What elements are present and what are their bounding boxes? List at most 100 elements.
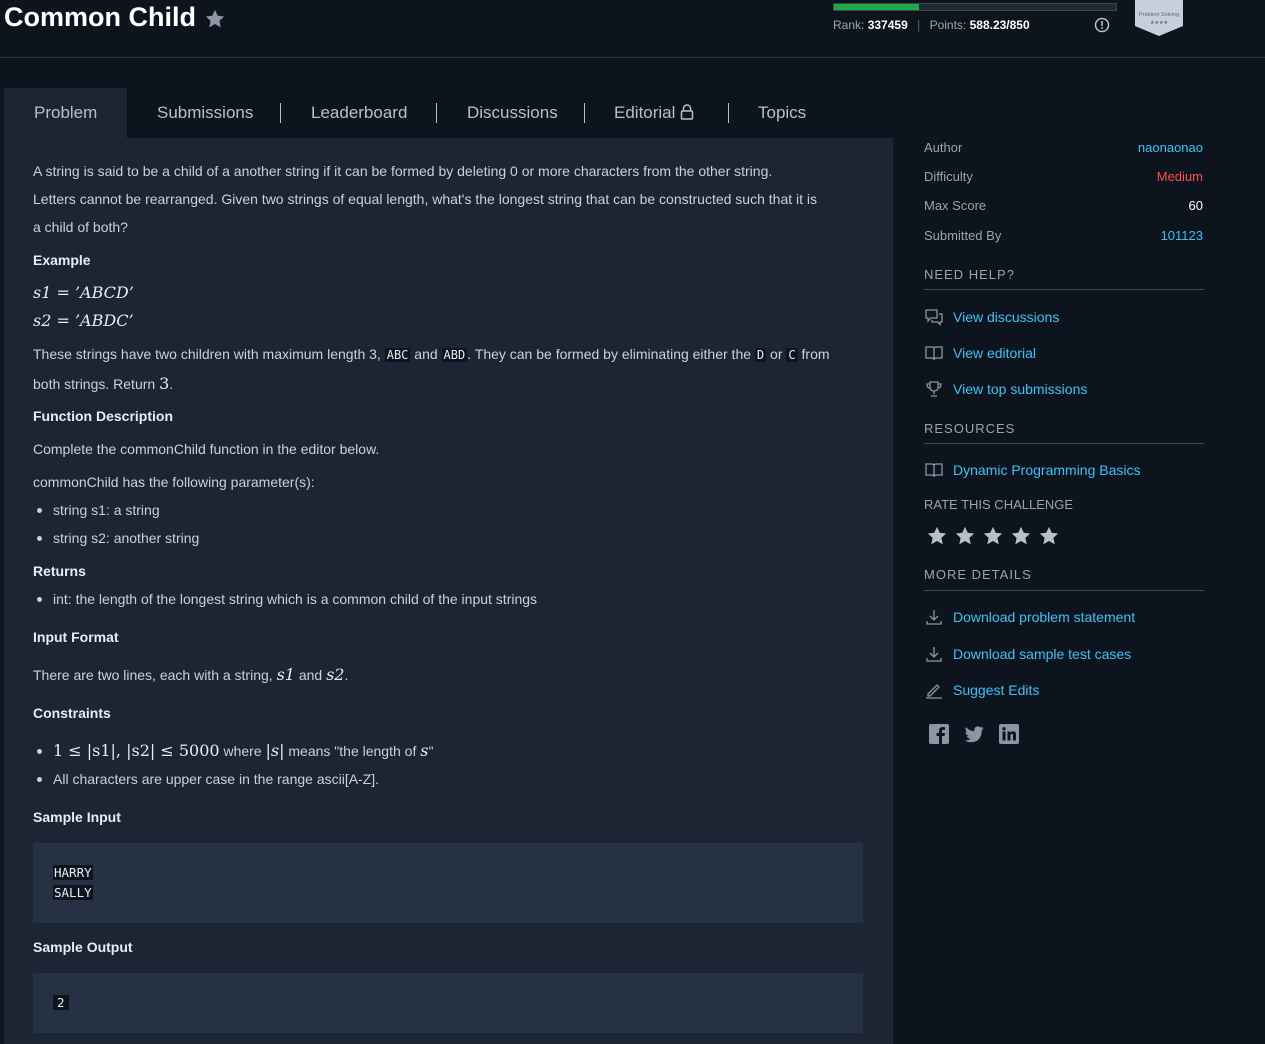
tab-divider <box>436 103 437 123</box>
rate-heading: RATE THIS CHALLENGE <box>924 497 1074 512</box>
bullet <box>37 508 42 513</box>
view-top-submissions-link[interactable]: View top submissions <box>953 381 1087 397</box>
view-editorial-link[interactable]: View editorial <box>953 345 1036 361</box>
tab-divider <box>280 103 281 123</box>
section-divider <box>924 590 1204 591</box>
example-s1: s1 = ’ABCD’ <box>33 283 134 302</box>
returns-heading: Returns <box>33 563 86 579</box>
params-text: commonChild has the following parameter(… <box>33 474 315 490</box>
text: from <box>801 346 830 362</box>
difficulty-label: Difficulty <box>924 169 973 184</box>
tab-submissions[interactable]: Submissions <box>157 88 253 138</box>
facebook-icon[interactable] <box>928 723 950 745</box>
download-statement-link[interactable]: Download problem statement <box>953 609 1135 625</box>
tab-divider <box>728 103 729 123</box>
info-icon[interactable] <box>1094 17 1110 33</box>
twitter-icon[interactable] <box>963 723 985 745</box>
text: and <box>414 346 438 362</box>
example-s2: s2 = ’ABDC’ <box>33 311 134 330</box>
rank-label: Rank: <box>833 18 865 32</box>
suggest-edits-link[interactable]: Suggest Edits <box>953 682 1039 698</box>
text: There are two lines, each with a string, <box>33 667 273 683</box>
badge-stars: ★★★★ <box>1150 20 1168 26</box>
rank-points: Rank: 337459 | Points: 588.23/850 <box>833 18 1030 32</box>
sample-output-line: 2 <box>53 995 69 1010</box>
intro-line: A string is said to be a child of a anot… <box>33 163 773 179</box>
author-label: Author <box>924 140 963 155</box>
author-link[interactable]: naonaonao <box>1138 140 1203 155</box>
tab-discussions[interactable]: Discussions <box>467 88 558 138</box>
math-s2: s2 <box>326 665 345 684</box>
example-explanation: These strings have two children with max… <box>33 346 830 362</box>
tab-topics[interactable]: Topics <box>758 88 806 138</box>
text: " <box>428 743 434 759</box>
need-help-heading: NEED HELP? <box>924 267 1015 282</box>
code-d: D <box>754 348 767 362</box>
rank-value: 337459 <box>867 18 908 32</box>
sample-input-line: SALLY <box>53 885 93 900</box>
section-divider <box>924 443 1204 444</box>
sample-input-line: HARRY <box>53 865 93 880</box>
points-value: 588.23/850 <box>969 18 1030 32</box>
rank-progress-bar <box>833 3 1117 11</box>
bullet <box>37 597 42 602</box>
constraint-abs: |s| <box>265 741 285 760</box>
tab-divider <box>584 103 585 123</box>
intro-line: a child of both? <box>33 219 128 235</box>
linkedin-icon[interactable] <box>998 723 1020 745</box>
tab-editorial-label: Editorial <box>614 103 676 122</box>
rating-star-icon[interactable] <box>982 525 1004 547</box>
problem-solving-badge[interactable]: Problem Solving ★★★★ <box>1133 0 1185 36</box>
view-discussions-link[interactable]: View discussions <box>953 309 1059 325</box>
example-heading: Example <box>33 252 91 268</box>
rating-star-icon[interactable] <box>954 525 976 547</box>
bullet <box>37 749 42 754</box>
text: . <box>344 667 349 683</box>
text: where <box>223 743 262 759</box>
rating-star-icon[interactable] <box>1038 525 1060 547</box>
dp-basics-link[interactable]: Dynamic Programming Basics <box>953 462 1141 478</box>
discussions-icon <box>925 309 943 327</box>
section-divider <box>924 289 1204 290</box>
pencil-icon <box>926 684 942 699</box>
rank-progress-fill <box>834 4 919 10</box>
rating-star-icon[interactable] <box>926 525 948 547</box>
example-explanation-cont: both strings. Return 3. <box>33 374 173 393</box>
bullet <box>37 536 42 541</box>
input-text: There are two lines, each with a string,… <box>33 665 348 684</box>
book-icon <box>925 346 943 361</box>
text: or <box>770 346 783 362</box>
resources-heading: RESOURCES <box>924 421 1016 436</box>
math-s1: s1 <box>276 665 295 684</box>
code-abd: ABD <box>441 348 468 362</box>
bookmark-star-icon[interactable] <box>204 8 226 30</box>
tab-leaderboard[interactable]: Leaderboard <box>311 88 407 138</box>
text: These strings have two children with max… <box>33 346 381 362</box>
trophy-icon <box>926 381 942 397</box>
book-icon <box>925 463 943 478</box>
points-label: Points: <box>929 18 967 32</box>
intro-line: Letters cannot be rearranged. Given two … <box>33 191 818 207</box>
code-abc: ABC <box>384 348 411 362</box>
lock-icon <box>680 104 694 120</box>
param-s1: string s1: a string <box>53 502 160 518</box>
submitted-by-value[interactable]: 101123 <box>1161 228 1203 243</box>
download-icon <box>926 610 942 625</box>
input-heading: Input Format <box>33 629 119 645</box>
rating-star-icon[interactable] <box>1010 525 1032 547</box>
code-c: C <box>786 348 798 362</box>
page-header: Common Child Rank: 337459 | Points: 588.… <box>0 0 1265 58</box>
download-tests-link[interactable]: Download sample test cases <box>953 646 1131 662</box>
tab-problem[interactable]: Problem <box>4 88 128 138</box>
returns-text: int: the length of the longest string wh… <box>53 591 538 607</box>
page-title: Common Child <box>4 2 196 32</box>
constraint-length: 1 ≤ |s1|, |s2| ≤ 5000 where |s| means "t… <box>53 741 433 760</box>
download-icon <box>926 647 942 662</box>
text: means "the length of <box>288 743 417 759</box>
param-s2: string s2: another string <box>53 530 200 546</box>
max-score-label: Max Score <box>924 198 987 213</box>
max-score-value: 60 <box>1188 198 1203 213</box>
difficulty-value: Medium <box>1156 169 1203 184</box>
divider: | <box>917 18 921 32</box>
tab-editorial[interactable]: Editorial <box>614 88 694 138</box>
